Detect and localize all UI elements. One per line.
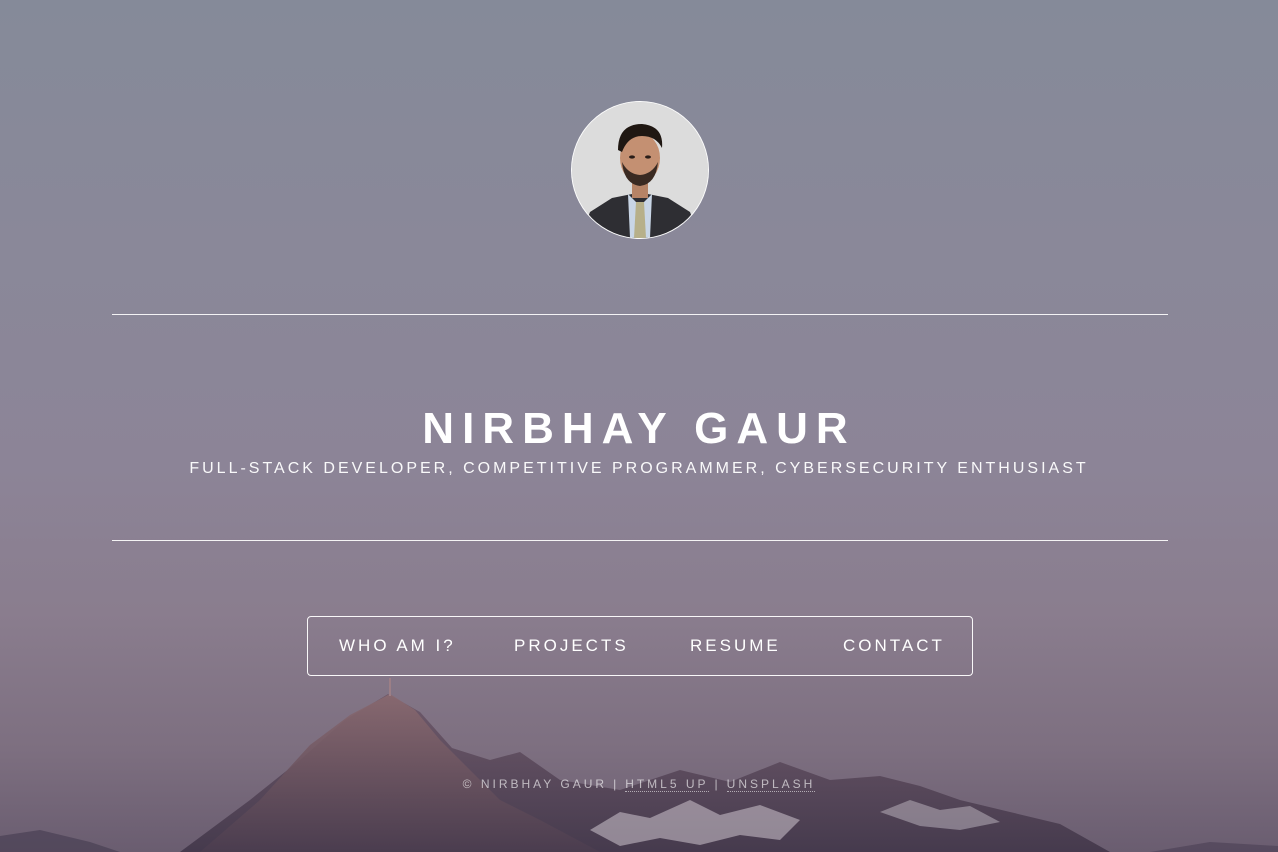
profile-photo bbox=[572, 102, 708, 238]
nav-item-contact[interactable]: Contact bbox=[843, 617, 945, 675]
footer: © Nirbhay Gaur | HTML5 UP | Unsplash bbox=[0, 775, 1278, 793]
avatar bbox=[571, 101, 709, 239]
divider-top bbox=[112, 314, 1168, 315]
footer-separator: | bbox=[714, 777, 721, 791]
divider-bottom bbox=[112, 540, 1168, 541]
main-nav: Who am I? Projects Resume Contact bbox=[307, 616, 973, 676]
footer-link-html5up[interactable]: HTML5 UP bbox=[625, 777, 709, 792]
nav-item-projects[interactable]: Projects bbox=[514, 617, 629, 675]
tagline: Full-Stack Developer, Competitive Progra… bbox=[189, 460, 1089, 477]
main-content: Nirbhay Gaur Full-Stack Developer, Compe… bbox=[0, 0, 1278, 852]
nav-item-who-am-i[interactable]: Who am I? bbox=[339, 617, 456, 675]
footer-copyright: © Nirbhay Gaur bbox=[462, 777, 608, 791]
nav-item-resume[interactable]: Resume bbox=[690, 617, 781, 675]
footer-link-unsplash[interactable]: Unsplash bbox=[726, 777, 816, 792]
footer-separator: | bbox=[613, 777, 620, 791]
page-title: Nirbhay Gaur bbox=[422, 404, 856, 454]
